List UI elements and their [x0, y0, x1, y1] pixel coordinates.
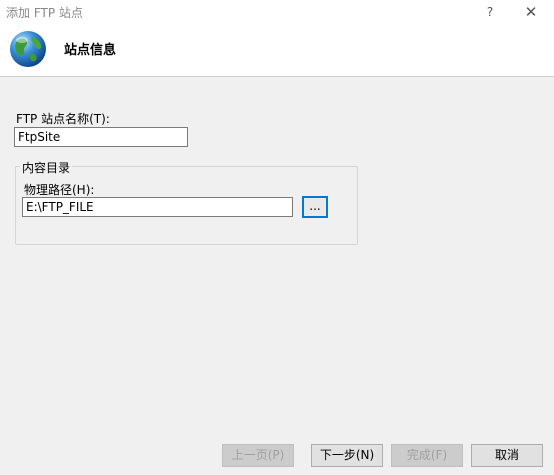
browse-button[interactable]: ...: [302, 196, 328, 218]
site-name-label: FTP 站点名称(T):: [16, 112, 110, 126]
site-name-input[interactable]: FtpSite: [14, 127, 188, 147]
globe-icon: [10, 31, 46, 67]
cancel-button[interactable]: 取消: [471, 444, 543, 467]
wizard-header: 站点信息: [0, 24, 554, 77]
content-directory-label: 内容目录: [20, 159, 73, 176]
close-button[interactable]: ✕: [521, 2, 541, 22]
physical-path-input[interactable]: E:\FTP_FILE: [22, 197, 293, 217]
page-title: 站点信息: [64, 43, 117, 58]
next-button[interactable]: 下一步(N): [311, 444, 383, 467]
window-title: 添加 FTP 站点: [6, 6, 83, 20]
help-button[interactable]: ?: [480, 2, 500, 22]
finish-button[interactable]: 完成(F): [391, 444, 463, 467]
prev-button[interactable]: 上一页(P): [222, 444, 294, 467]
title-bar: 添加 FTP 站点 ? ✕: [0, 0, 554, 24]
physical-path-label: 物理路径(H):: [24, 183, 95, 197]
